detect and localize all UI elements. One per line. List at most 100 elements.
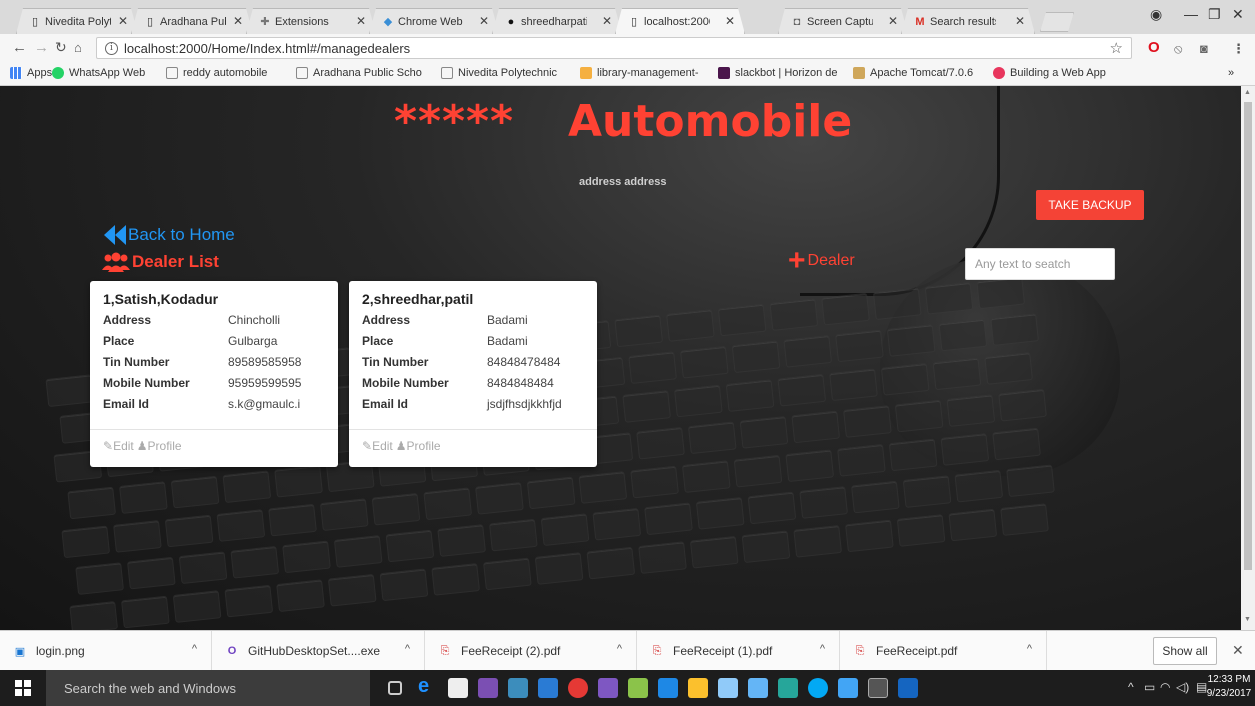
app-icon[interactable] bbox=[898, 678, 918, 698]
bookmark-aradhana[interactable]: Aradhana Public Scho bbox=[296, 67, 422, 79]
background-key bbox=[674, 384, 723, 418]
app-icon[interactable] bbox=[838, 678, 858, 698]
task-view-icon[interactable] bbox=[388, 681, 402, 695]
bookmark-apps[interactable]: Apps bbox=[10, 67, 52, 79]
camera-extension-icon[interactable]: ◙ bbox=[1200, 41, 1208, 56]
close-icon[interactable]: ✕ bbox=[479, 14, 489, 28]
bookmark-building-web-app[interactable]: Building a Web App bbox=[993, 67, 1106, 79]
bookmark-star-icon[interactable]: ☆ bbox=[1110, 39, 1123, 57]
chevron-up-icon[interactable]: ^ bbox=[405, 643, 410, 655]
skype-icon[interactable] bbox=[808, 678, 828, 698]
store-icon[interactable] bbox=[448, 678, 468, 698]
app-icon[interactable] bbox=[538, 678, 558, 698]
app-icon[interactable] bbox=[748, 678, 768, 698]
chrome-icon[interactable] bbox=[568, 678, 588, 698]
info-icon[interactable]: i bbox=[105, 41, 118, 55]
profile-icon[interactable]: ◉ bbox=[1150, 6, 1162, 23]
app-icon[interactable] bbox=[628, 678, 648, 698]
reload-icon[interactable]: ↻ bbox=[55, 39, 67, 56]
minimize-icon[interactable]: — bbox=[1184, 6, 1198, 22]
card-actions: ✎ Edit ♟ Profile bbox=[103, 439, 182, 453]
close-icon[interactable]: ✕ bbox=[725, 14, 735, 28]
download-item[interactable]: ⎘ FeeReceipt.pdf ^ bbox=[840, 631, 1047, 671]
close-icon[interactable]: ✕ bbox=[233, 14, 243, 28]
tab-gmail-search[interactable]: M Search results ✕ bbox=[901, 8, 1035, 34]
profile-link[interactable]: ♟ Profile bbox=[396, 439, 441, 453]
bookmark-whatsapp[interactable]: WhatsApp Web bbox=[52, 67, 145, 79]
new-tab-button[interactable] bbox=[1040, 12, 1074, 32]
vertical-scrollbar[interactable]: ▲ ▼ bbox=[1241, 86, 1255, 630]
background-key bbox=[170, 475, 220, 509]
app-icon[interactable] bbox=[718, 678, 738, 698]
bookmark-tomcat[interactable]: Apache Tomcat/7.0.6 bbox=[853, 67, 973, 79]
close-icon[interactable]: ✕ bbox=[356, 14, 366, 28]
edge-icon[interactable]: e bbox=[418, 675, 438, 697]
tab-extensions[interactable]: ✚ Extensions ✕ bbox=[246, 8, 376, 34]
take-backup-button[interactable]: TAKE BACKUP bbox=[1036, 190, 1144, 220]
chevron-up-icon[interactable]: ^ bbox=[1027, 643, 1032, 655]
scroll-up-icon[interactable]: ▲ bbox=[1244, 89, 1251, 96]
taskbar-clock[interactable]: 12:33 PM 9/23/2017 bbox=[1205, 673, 1253, 701]
add-dealer-button[interactable]: + Dealer bbox=[788, 246, 855, 276]
vs-icon[interactable] bbox=[598, 678, 618, 698]
download-item[interactable]: ⎘ FeeReceipt (1).pdf ^ bbox=[637, 631, 840, 671]
background-key bbox=[67, 486, 117, 520]
close-icon[interactable]: ✕ bbox=[1015, 14, 1025, 28]
back-arrow-icon[interactable]: ← bbox=[12, 39, 27, 56]
opera-icon[interactable]: O bbox=[1148, 39, 1160, 56]
bookmark-slackbot[interactable]: slackbot | Horizon de bbox=[718, 67, 838, 79]
restore-icon[interactable]: ❐ bbox=[1208, 6, 1221, 23]
document-icon bbox=[441, 67, 453, 79]
visual-studio-icon[interactable] bbox=[478, 678, 498, 698]
taskbar-search-box[interactable]: Search the web and Windows bbox=[46, 670, 370, 706]
app-icon[interactable] bbox=[658, 678, 678, 698]
menu-icon[interactable]: ⋮ bbox=[1232, 41, 1245, 57]
app-icon[interactable] bbox=[778, 678, 798, 698]
tab-github[interactable]: ● shreedharpatil ✕ bbox=[492, 8, 622, 34]
background-key bbox=[224, 584, 274, 618]
close-shelf-icon[interactable]: ✕ bbox=[1232, 642, 1244, 659]
close-icon[interactable]: ✕ bbox=[118, 14, 128, 28]
address-bar[interactable]: i localhost:2000/Home/Index.html#/manage… bbox=[96, 37, 1132, 59]
window-close-icon[interactable]: ✕ bbox=[1232, 6, 1244, 23]
wifi-icon[interactable]: ◠ bbox=[1160, 680, 1170, 694]
chevron-up-icon[interactable]: ^ bbox=[192, 643, 197, 655]
background-key bbox=[282, 540, 331, 574]
chevron-up-icon[interactable]: ^ bbox=[820, 643, 825, 655]
back-to-home-link[interactable]: Back to Home bbox=[104, 225, 235, 245]
tab-chrome-web-store[interactable]: ◆ Chrome Web S ✕ bbox=[369, 8, 499, 34]
tab-aradhana[interactable]: ▯ Aradhana Publ ✕ bbox=[131, 8, 253, 34]
bookmark-nivedita[interactable]: Nivedita Polytechnic bbox=[441, 67, 557, 79]
home-icon[interactable]: ⌂ bbox=[74, 40, 82, 55]
tab-nivedita[interactable]: ▯ Nivedita Polyte ✕ bbox=[16, 8, 138, 34]
windows-start-button[interactable] bbox=[0, 670, 46, 706]
close-icon[interactable]: ✕ bbox=[602, 14, 612, 28]
bookmark-reddy-automobile[interactable]: reddy automobile bbox=[166, 67, 267, 79]
bookmarks-overflow-button[interactable]: » bbox=[1228, 67, 1234, 79]
app-icon[interactable] bbox=[508, 678, 528, 698]
app-icon[interactable] bbox=[688, 678, 708, 698]
download-item[interactable]: ▣ login.png ^ bbox=[0, 631, 212, 671]
terminal-icon[interactable] bbox=[868, 678, 888, 698]
scroll-down-icon[interactable]: ▼ bbox=[1244, 616, 1251, 623]
background-key bbox=[872, 287, 922, 321]
edit-link[interactable]: ✎ Edit bbox=[103, 439, 134, 453]
show-all-downloads-button[interactable]: Show all bbox=[1153, 637, 1217, 665]
dealer-name: 2,shreedhar,patil bbox=[362, 291, 474, 307]
block-icon[interactable]: ⦸ bbox=[1174, 41, 1182, 57]
profile-link[interactable]: ♟ Profile bbox=[137, 439, 182, 453]
bookmark-library-management[interactable]: library-management- bbox=[580, 67, 698, 79]
tab-localhost[interactable]: ▯ localhost:2000 ✕ bbox=[615, 8, 745, 34]
search-input[interactable] bbox=[965, 248, 1115, 280]
forward-arrow-icon[interactable]: → bbox=[34, 39, 49, 56]
network-icon[interactable]: ▭ bbox=[1144, 680, 1155, 694]
tab-screen-capture[interactable]: ◘ Screen Captur ✕ bbox=[778, 8, 908, 34]
scrollbar-thumb[interactable] bbox=[1244, 102, 1252, 570]
download-item[interactable]: ⎘ FeeReceipt (2).pdf ^ bbox=[425, 631, 637, 671]
download-item[interactable]: O GitHubDesktopSet....exe ^ bbox=[212, 631, 425, 671]
edit-link[interactable]: ✎ Edit bbox=[362, 439, 393, 453]
close-icon[interactable]: ✕ bbox=[888, 14, 898, 28]
chevron-up-icon[interactable]: ^ bbox=[617, 643, 622, 655]
tray-chevron-icon[interactable]: ^ bbox=[1128, 680, 1134, 694]
volume-icon[interactable]: ◁) bbox=[1176, 680, 1189, 694]
